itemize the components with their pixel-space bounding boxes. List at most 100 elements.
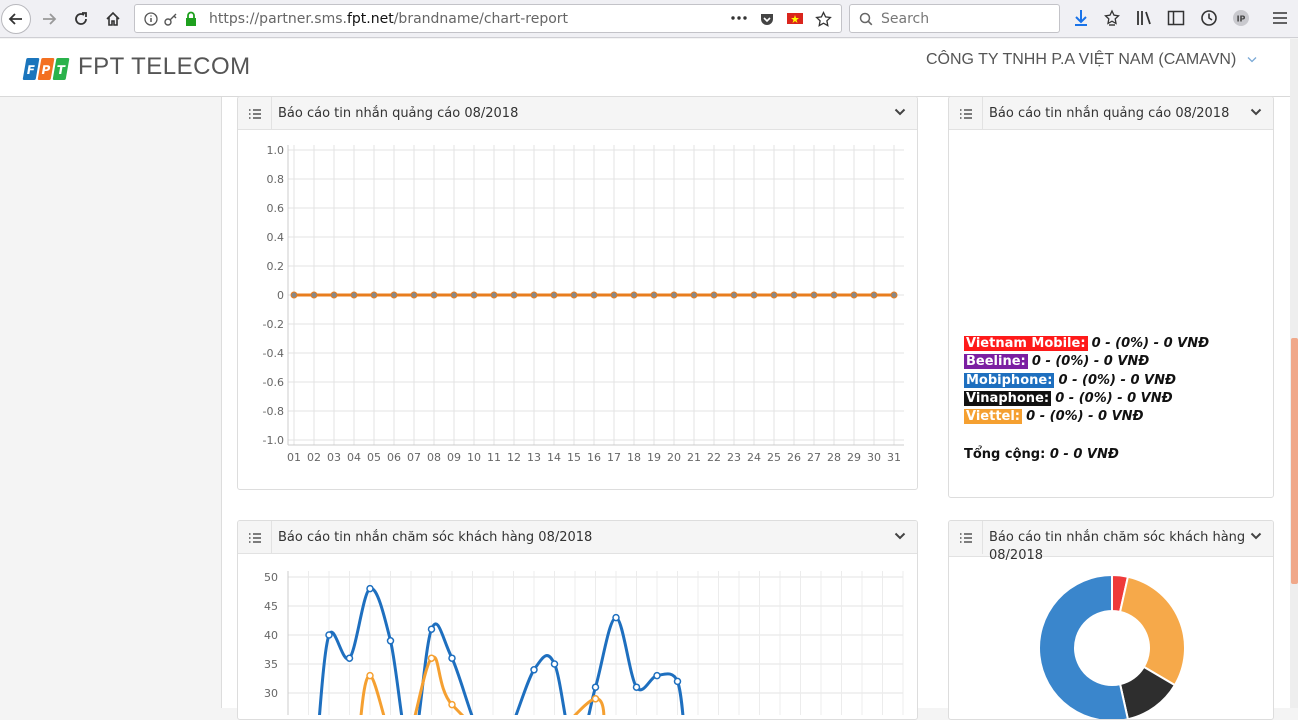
care-donut-panel: Báo cáo tin nhắn chăm sóc khách hàng 08/… [948, 520, 1274, 720]
data-point [610, 291, 618, 299]
panel-menu-button[interactable] [238, 521, 272, 554]
panel-collapse-button[interactable] [893, 529, 907, 543]
x-tick-label: 09 [447, 451, 461, 464]
site-header: F P T FPT TELECOM CÔNG TY TNHH P.A VIỆT … [0, 39, 1290, 97]
logo-text[interactable]: FPT TELECOM [78, 53, 251, 81]
menu-button[interactable] [1270, 8, 1290, 28]
data-point [870, 291, 878, 299]
legend-value: 0 - (0%) - 0 VNĐ [1055, 390, 1173, 406]
library-button[interactable] [1134, 8, 1154, 28]
legend-value: 0 - (0%) - 0 VNĐ [1091, 336, 1210, 351]
data-point [550, 291, 558, 299]
company-menu[interactable]: CÔNG TY TNHH P.A VIỆT NAM (CAMAVN) [926, 51, 1257, 69]
data-point [850, 291, 858, 299]
series-line [318, 587, 685, 715]
panel-menu-button[interactable] [238, 97, 272, 130]
chevron-down-icon [894, 532, 906, 540]
y-tick-label: 50 [264, 571, 278, 584]
panel-collapse-button[interactable] [1249, 105, 1263, 119]
chevron-down-icon [1250, 532, 1262, 540]
sidebar-toggle-button[interactable] [1166, 8, 1186, 28]
forward-button[interactable] [34, 4, 64, 34]
list-icon [248, 532, 261, 543]
data-point [612, 613, 620, 622]
search-placeholder: Search [881, 11, 930, 27]
x-tick-label: 22 [707, 451, 721, 464]
x-tick-label: 03 [327, 451, 341, 464]
info-icon[interactable] [144, 12, 158, 26]
browser-toolbar: https://partner.sms.fpt.net/brandname/ch… [0, 0, 1298, 38]
panel-header: Báo cáo tin nhắn chăm sóc khách hàng 08/… [949, 521, 1273, 563]
legend-value: 0 - (0%) - 0 VNĐ [1026, 409, 1144, 425]
panel-title: Báo cáo tin nhắn chăm sóc khách hàng 08/… [278, 530, 593, 545]
url-path: /brandname/chart-report [393, 11, 569, 27]
history-button[interactable] [1199, 8, 1219, 28]
svg-text:IP: IP [1237, 15, 1246, 24]
data-point [530, 291, 538, 299]
arrow-right-icon [43, 13, 57, 25]
data-point [673, 677, 682, 686]
more-dots-icon[interactable] [731, 15, 747, 21]
x-tick-label: 13 [527, 451, 541, 464]
chevron-down-icon [894, 108, 906, 116]
ads-line-chart: 1.0 0.8 0.6 0.4 0.2 0 -0.2 -0.4 -0.6 -0.8 -1.001 02… [263, 144, 904, 464]
home-button[interactable] [98, 4, 128, 34]
search-bar[interactable]: Search [849, 4, 1060, 33]
data-point [591, 695, 600, 703]
panel-collapse-button[interactable] [1249, 529, 1263, 543]
panel-menu-button[interactable] [949, 97, 983, 130]
carrier-legend: Vietnam Mobile: 0 - (0%) - 0 VNĐ Beeline… [964, 335, 1209, 426]
sidebar [0, 97, 222, 708]
data-point [350, 291, 358, 299]
url-bar[interactable]: https://partner.sms.fpt.net/brandname/ch… [134, 4, 842, 33]
data-point [670, 291, 678, 299]
extension-button[interactable]: IP [1231, 8, 1251, 28]
legend-tag: Beeline: [964, 354, 1028, 370]
download-icon [1075, 10, 1087, 26]
bookmarks-button[interactable] [1102, 8, 1122, 28]
x-tick-label: 07 [407, 451, 421, 464]
panel-collapse-button[interactable] [893, 105, 907, 119]
x-tick-label: 16 [587, 451, 601, 464]
scrollbar-thumb[interactable] [1291, 338, 1298, 584]
data-point [386, 637, 395, 645]
ads-line-panel: Báo cáo tin nhắn quảng cáo 08/2018 1.0 0.… [237, 96, 918, 490]
data-point [653, 671, 661, 680]
star-icon[interactable] [815, 11, 832, 28]
x-tick-label: 24 [747, 451, 761, 464]
data-point [450, 291, 458, 299]
data-point [530, 666, 538, 674]
lock-icon [186, 11, 196, 26]
download-button[interactable] [1071, 8, 1091, 28]
legend-tag: Mobiphone: [964, 372, 1055, 388]
x-tick-label: 26 [787, 451, 801, 464]
list-icon [248, 108, 261, 119]
data-point [510, 291, 518, 299]
x-tick-label: 23 [727, 451, 741, 464]
url-text[interactable]: https://partner.sms.fpt.net/brandname/ch… [209, 11, 568, 27]
x-tick-label: 14 [547, 451, 561, 464]
x-tick-label: 04 [347, 451, 361, 464]
y-tick-label: -1.0 [263, 434, 284, 447]
data-point [490, 291, 498, 299]
data-point [470, 291, 478, 299]
hamburger-icon [1273, 12, 1287, 24]
data-point [890, 291, 898, 299]
arrow-left-icon [8, 13, 22, 25]
reload-button[interactable] [66, 4, 96, 34]
y-tick-label: 1.0 [267, 144, 285, 157]
home-icon [106, 11, 120, 26]
data-point [650, 291, 658, 299]
data-point [591, 683, 600, 691]
legend-value: 0 - (0%) - 0 VNĐ [1058, 372, 1176, 388]
url-prefix: https://partner.sms. [209, 11, 347, 27]
x-tick-label: 27 [807, 451, 821, 464]
x-tick-label: 21 [687, 451, 701, 464]
fpt-logo-icon[interactable]: F P T [22, 55, 72, 83]
data-point [330, 291, 338, 299]
chevron-down-icon [1247, 57, 1257, 63]
data-point [310, 291, 318, 299]
back-button[interactable] [1, 4, 31, 34]
pocket-icon[interactable] [759, 11, 775, 27]
panel-menu-button[interactable] [949, 521, 983, 554]
